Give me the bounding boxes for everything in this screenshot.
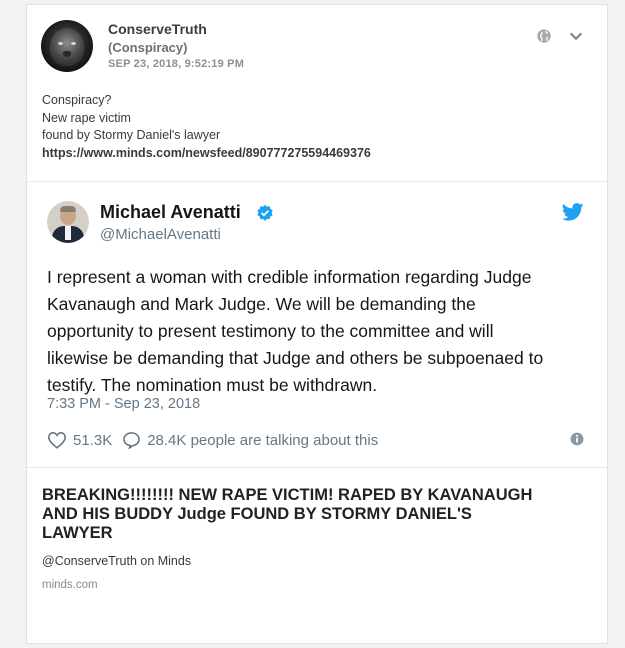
reply-bubble-icon[interactable] — [122, 431, 141, 449]
post-message: Conspiracy? New rape victim found by Sto… — [42, 92, 371, 162]
tweet-line: Kavanaugh and Mark Judge. We will be dem… — [47, 294, 476, 314]
tweet-line: testify. The nomination must be withdraw… — [47, 375, 378, 395]
username[interactable]: ConserveTruth — [108, 21, 207, 37]
heart-icon[interactable] — [47, 431, 67, 449]
post-line: Conspiracy? — [42, 93, 112, 107]
embedded-tweet[interactable]: Michael Avenatti @MichaelAvenatti I repr… — [27, 181, 607, 468]
tweet-line: likewise be demanding that Judge and oth… — [47, 348, 544, 368]
verified-badge-icon — [257, 204, 273, 221]
activity-card: ConserveTruth (Conspiracy) SEP 23, 2018,… — [26, 4, 608, 644]
tweet-line: opportunity to present testimony to the … — [47, 321, 494, 341]
globe-icon[interactable] — [536, 28, 552, 44]
like-count[interactable]: 51.3K — [73, 432, 112, 449]
tweet-text: I represent a woman with credible inform… — [47, 264, 597, 399]
link-preview[interactable]: BREAKING!!!!!!!! NEW RAPE VICTIM! RAPED … — [27, 467, 607, 648]
chevron-down-icon[interactable] — [567, 28, 585, 44]
tweet-author-name[interactable]: Michael Avenatti — [100, 202, 241, 223]
preview-title-line: AND HIS BUDDY Judge FOUND BY STORMY DANI… — [42, 505, 472, 523]
preview-title-line: BREAKING!!!!!!!! NEW RAPE VICTIM! RAPED … — [42, 486, 533, 504]
channel-subname: (Conspiracy) — [108, 40, 188, 55]
tweet-handle[interactable]: @MichaelAvenatti — [100, 226, 221, 243]
talking-count[interactable]: 28.4K people are talking about this — [147, 432, 378, 449]
tweet-time[interactable]: 7:33 PM - Sep 23, 2018 — [47, 396, 200, 412]
post-line: found by Stormy Daniel's lawyer — [42, 128, 221, 142]
preview-domain: minds.com — [42, 579, 98, 591]
preview-title[interactable]: BREAKING!!!!!!!! NEW RAPE VICTIM! RAPED … — [42, 486, 597, 543]
preview-title-line: LAWYER — [42, 524, 113, 542]
info-icon[interactable] — [570, 432, 584, 446]
tweet-line: I represent a woman with credible inform… — [47, 267, 532, 287]
tweet-actions: 51.3K 28.4K people are talking about thi… — [47, 428, 378, 452]
tweet-avatar[interactable] — [47, 201, 89, 243]
preview-byline: @ConserveTruth on Minds — [42, 554, 192, 568]
twitter-bird-icon[interactable] — [562, 203, 584, 221]
post-timestamp[interactable]: SEP 23, 2018, 9:52:19 PM — [108, 58, 244, 70]
post-link[interactable]: https://www.minds.com/newsfeed/890777275… — [42, 145, 371, 163]
post-line: New rape victim — [42, 110, 131, 125]
lion-avatar[interactable] — [41, 20, 93, 72]
